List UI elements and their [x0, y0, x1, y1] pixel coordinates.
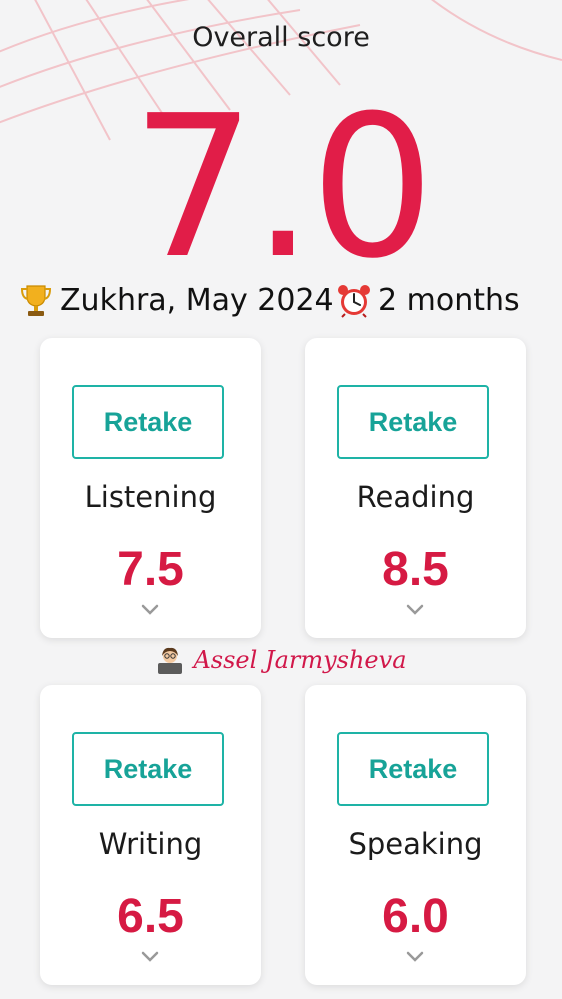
student-caption: Zukhra, May 2024: [18, 282, 334, 318]
student-name-date: Zukhra, May 2024: [60, 282, 334, 318]
listening-card: Retake Listening 7.5: [40, 338, 261, 638]
chevron-down-icon[interactable]: [406, 951, 424, 963]
overall-score-value: 7.0: [131, 74, 435, 302]
reading-card: Retake Reading 8.5: [305, 338, 526, 638]
caption-row: Zukhra, May 2024 2 months: [0, 282, 562, 324]
writing-retake-button[interactable]: Retake: [72, 732, 224, 806]
overall-score-title: Overall score: [192, 22, 370, 53]
speaking-score: 6.0: [382, 890, 449, 943]
listening-score: 7.5: [117, 543, 184, 596]
duration-caption: 2 months: [336, 282, 520, 318]
teacher-icon: [158, 647, 183, 674]
author-name: Assel Jarmysheva: [193, 646, 407, 674]
trophy-icon: [20, 285, 52, 316]
listening-retake-button[interactable]: Retake: [72, 385, 224, 459]
alarm-clock-icon: [338, 285, 370, 318]
author-signature: Assel Jarmysheva: [0, 645, 562, 675]
writing-label: Writing: [98, 827, 203, 861]
speaking-label: Speaking: [348, 827, 483, 861]
chevron-down-icon[interactable]: [141, 604, 159, 616]
speaking-card: Retake Speaking 6.0: [305, 685, 526, 985]
writing-card: Retake Writing 6.5: [40, 685, 261, 985]
reading-label: Reading: [356, 480, 475, 514]
chevron-down-icon[interactable]: [406, 604, 424, 616]
reading-retake-button[interactable]: Retake: [337, 385, 489, 459]
study-duration: 2 months: [378, 282, 520, 318]
speaking-retake-button[interactable]: Retake: [337, 732, 489, 806]
chevron-down-icon[interactable]: [141, 951, 159, 963]
writing-score: 6.5: [117, 890, 184, 943]
listening-label: Listening: [84, 480, 217, 514]
reading-score: 8.5: [382, 543, 449, 596]
